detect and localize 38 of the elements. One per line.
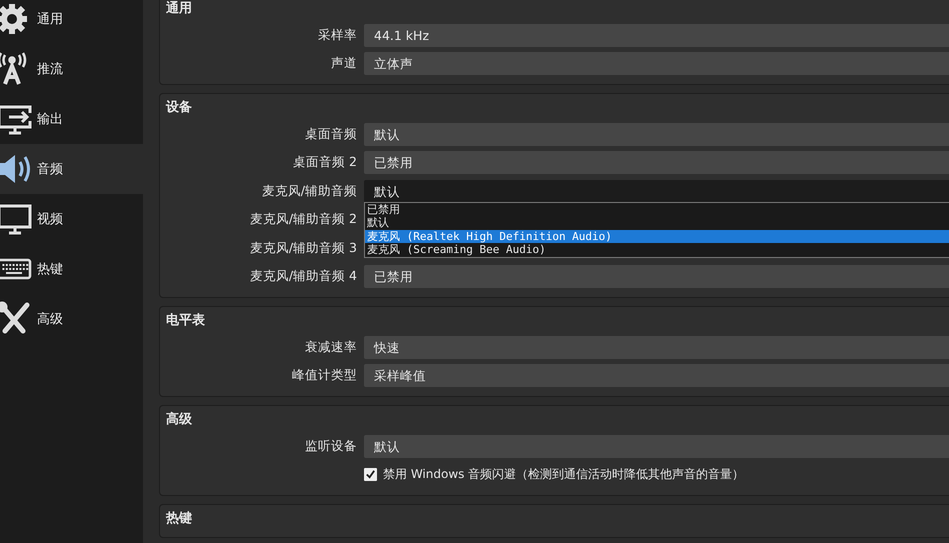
field-label: 麦克风/辅助音频 4: [248, 268, 358, 286]
sidebar-item[interactable]: 高级: [0, 294, 143, 344]
sidebar-item[interactable]: 热键: [0, 244, 143, 294]
dropdown[interactable]: 采样峰值: [364, 364, 949, 388]
dropdown-option[interactable]: 麦克风 (Screaming Bee Audio): [365, 243, 949, 257]
sidebar-item[interactable]: 推流: [0, 44, 143, 94]
dropdown-option[interactable]: 默认: [365, 216, 949, 230]
group-title: 热键: [164, 510, 193, 528]
group-title: 高级: [165, 411, 193, 429]
dropdown[interactable]: 立体声: [364, 52, 949, 76]
field-label: 监听设备: [304, 438, 358, 455]
field-label: 桌面音频 2: [292, 154, 358, 172]
sidebar-item[interactable]: 音频: [0, 144, 143, 194]
dropdown-option[interactable]: 已禁用: [365, 202, 949, 216]
dropdown[interactable]: 已禁用: [364, 151, 949, 174]
field-label: 衰减速率: [304, 338, 358, 356]
sidebar-item[interactable]: 视频: [0, 194, 143, 244]
field-label: 麦克风/辅助音频 3: [248, 240, 358, 257]
checkbox-label: 禁用 Windows 音频闪避（检测到通信活动时降低其他声音的音量）: [383, 466, 744, 484]
dropdown[interactable]: 已禁用: [364, 265, 949, 288]
field-label: 声道: [330, 55, 358, 72]
checkbox[interactable]: [364, 468, 377, 482]
dropdown[interactable]: 44.1 kHz: [364, 24, 949, 47]
group-title: 电平表: [165, 312, 206, 330]
group-title: 通用: [165, 0, 193, 18]
field-label: 麦克风/辅助音频: [260, 182, 358, 200]
field-label: 采样率: [317, 26, 358, 44]
sidebar-item[interactable]: 输出: [0, 94, 143, 144]
field-label: 麦克风/辅助音频 2: [248, 211, 358, 228]
field-label: 桌面音频: [304, 126, 358, 143]
dropdown[interactable]: 默认: [364, 122, 949, 146]
group-title: 设备: [164, 99, 193, 117]
dropdown[interactable]: 快速: [364, 336, 949, 359]
dropdown-option[interactable]: 麦克风 (Realtek High Definition Audio): [365, 230, 949, 244]
sidebar-item[interactable]: 通用: [0, 0, 143, 44]
dropdown[interactable]: 默认: [364, 434, 949, 458]
dropdown[interactable]: 默认: [364, 180, 949, 203]
field-label: 峰值计类型: [291, 367, 358, 384]
